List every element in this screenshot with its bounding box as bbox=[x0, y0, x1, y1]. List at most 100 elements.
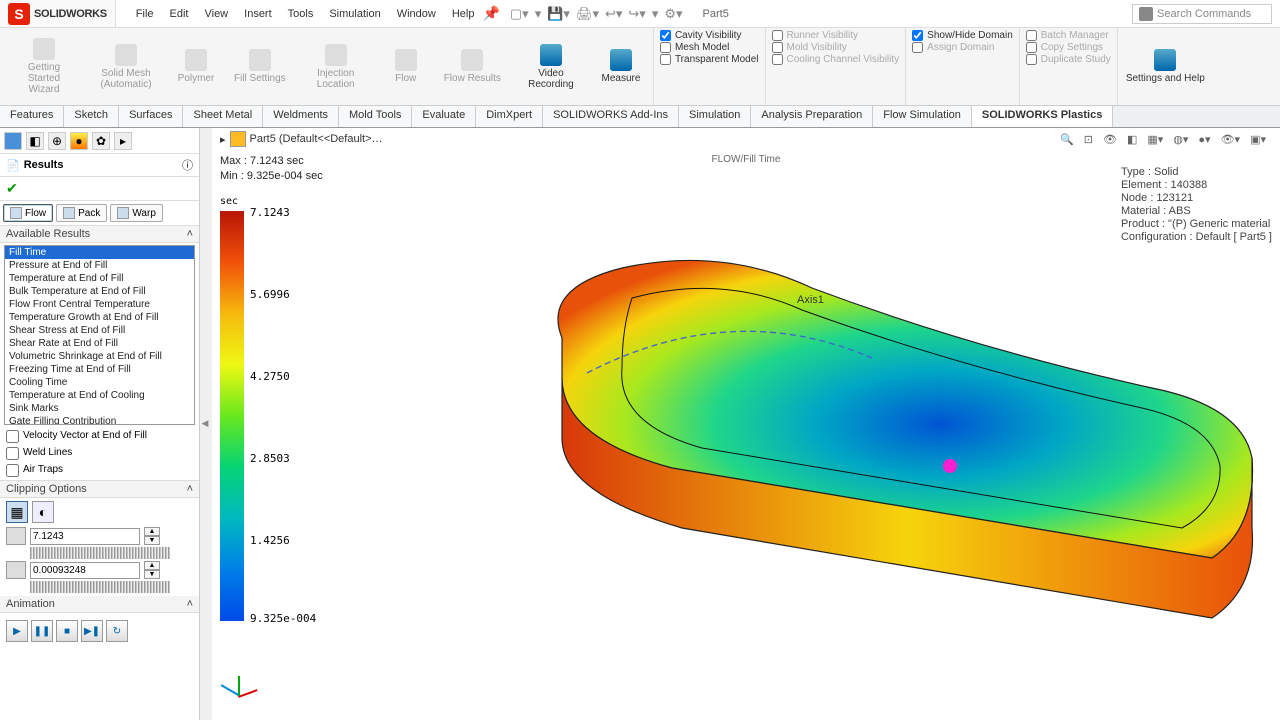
clip-max-input[interactable] bbox=[30, 528, 140, 545]
ribbon-check-cavity-visibility[interactable]: Cavity Visibility bbox=[660, 30, 759, 41]
fm-tab-3[interactable]: ⊕ bbox=[48, 132, 66, 150]
sel-icon[interactable]: ▾ bbox=[652, 6, 659, 22]
ribbon-video-recording[interactable]: Video Recording bbox=[511, 30, 591, 103]
fm-tab-1[interactable] bbox=[4, 132, 22, 150]
menu-file[interactable]: File bbox=[128, 4, 162, 24]
menu-view[interactable]: View bbox=[196, 4, 236, 24]
tab-surfaces[interactable]: Surfaces bbox=[119, 106, 183, 127]
spin-up[interactable]: ▲ bbox=[144, 527, 160, 536]
result-shear-stress-at-end-of-fill[interactable]: Shear Stress at End of Fill bbox=[5, 324, 194, 337]
ribbon-flow-results[interactable]: Flow Results bbox=[436, 30, 509, 103]
result-temperature-at-end-of-fill[interactable]: Temperature at End of Fill bbox=[5, 272, 194, 285]
menu-insert[interactable]: Insert bbox=[236, 4, 280, 24]
menu-tools[interactable]: Tools bbox=[280, 4, 322, 24]
ribbon-check-copy-settings[interactable]: Copy Settings bbox=[1026, 42, 1111, 53]
result-tab-flow[interactable]: Flow bbox=[3, 204, 53, 222]
result-gate-filling-contribution[interactable]: Gate Filling Contribution bbox=[5, 415, 194, 425]
graphics-view[interactable]: ▸ Part5 (Default<<Default>… 🔍 ⊡ 👁 ◧ ▦▾ ◍… bbox=[212, 128, 1280, 720]
ok-icon[interactable]: ✔ bbox=[6, 180, 18, 196]
pause-button[interactable]: ❚❚ bbox=[31, 620, 53, 642]
check-weld-lines[interactable]: Weld Lines bbox=[6, 447, 193, 460]
tab-analysis-preparation[interactable]: Analysis Preparation bbox=[751, 106, 873, 127]
spin-down[interactable]: ▼ bbox=[144, 536, 160, 545]
redo-icon[interactable]: ↪▾ bbox=[628, 6, 645, 22]
tab-dimxpert[interactable]: DimXpert bbox=[476, 106, 543, 127]
result-tab-warp[interactable]: Warp bbox=[110, 204, 163, 222]
section-icon[interactable]: ◧ bbox=[1125, 131, 1139, 148]
model-render[interactable]: Axis1 bbox=[452, 228, 1272, 668]
display-icon[interactable]: ◍▾ bbox=[1171, 131, 1190, 148]
menu-simulation[interactable]: Simulation bbox=[321, 4, 388, 24]
view-triad[interactable] bbox=[220, 670, 264, 714]
result-flow-front-central-temperature[interactable]: Flow Front Central Temperature bbox=[5, 298, 194, 311]
result-freezing-time-at-end-of-fill[interactable]: Freezing Time at End of Fill bbox=[5, 363, 194, 376]
print-icon[interactable]: 🖨▾ bbox=[576, 6, 599, 22]
ribbon-measure[interactable]: Measure bbox=[593, 30, 649, 103]
ribbon-getting-started-wizard[interactable]: Getting Started Wizard bbox=[4, 30, 84, 103]
tab-sheet-metal[interactable]: Sheet Metal bbox=[183, 106, 263, 127]
ribbon-solid-mesh-automatic-[interactable]: Solid Mesh (Automatic) bbox=[86, 30, 166, 103]
tab-evaluate[interactable]: Evaluate bbox=[412, 106, 476, 127]
pin-icon[interactable]: 📌 bbox=[482, 5, 499, 22]
menu-edit[interactable]: Edit bbox=[162, 4, 197, 24]
ribbon-check-show-hide-domain[interactable]: Show/Hide Domain bbox=[912, 30, 1013, 41]
ribbon-flow[interactable]: Flow bbox=[378, 30, 434, 103]
ribbon-check-cooling-channel-visibility[interactable]: Cooling Channel Visibility bbox=[772, 54, 900, 65]
menu-help[interactable]: Help bbox=[444, 4, 483, 24]
zoom-area-icon[interactable]: ⊡ bbox=[1082, 131, 1095, 148]
check-air-traps[interactable]: Air Traps bbox=[6, 464, 193, 477]
tab-solidworks-plastics[interactable]: SOLIDWORKS Plastics bbox=[972, 106, 1113, 127]
ribbon-check-runner-visibility[interactable]: Runner Visibility bbox=[772, 30, 900, 41]
ribbon-fill-settings[interactable]: Fill Settings bbox=[226, 30, 294, 103]
results-list[interactable]: Fill TimePressure at End of FillTemperat… bbox=[4, 245, 195, 425]
options-icon[interactable]: ⚙▾ bbox=[664, 6, 682, 22]
ribbon-check-assign-domain[interactable]: Assign Domain bbox=[912, 42, 1013, 53]
prev-view-icon[interactable]: 👁 bbox=[1101, 131, 1119, 148]
spin-down[interactable]: ▼ bbox=[144, 570, 160, 579]
result-volumetric-shrinkage-at-end-of-fill[interactable]: Volumetric Shrinkage at End of Fill bbox=[5, 350, 194, 363]
menu-window[interactable]: Window bbox=[389, 4, 444, 24]
zoom-fit-icon[interactable]: 🔍 bbox=[1058, 131, 1076, 148]
tab-solidworks-add-ins[interactable]: SOLIDWORKS Add-Ins bbox=[543, 106, 679, 127]
tab-weldments[interactable]: Weldments bbox=[263, 106, 339, 127]
stop-button[interactable]: ■ bbox=[56, 620, 78, 642]
undo-icon[interactable]: ↩▾ bbox=[605, 6, 622, 22]
collapse-icon[interactable]: ˄ bbox=[187, 228, 193, 240]
loop-button[interactable]: ↻ bbox=[106, 620, 128, 642]
ribbon-check-batch-manager[interactable]: Batch Manager bbox=[1026, 30, 1111, 41]
scene-icon[interactable]: ●▾ bbox=[1196, 131, 1212, 148]
tab-sketch[interactable]: Sketch bbox=[64, 106, 119, 127]
fm-tab-4[interactable]: ● bbox=[70, 132, 88, 150]
appear-icon[interactable]: ▣▾ bbox=[1248, 131, 1268, 148]
result-sink-marks[interactable]: Sink Marks bbox=[5, 402, 194, 415]
ribbon-injection-location[interactable]: Injection Location bbox=[296, 30, 376, 103]
ribbon-check-duplicate-study[interactable]: Duplicate Study bbox=[1026, 54, 1111, 65]
help-icon[interactable]: ⓘ bbox=[182, 157, 193, 173]
play-button[interactable]: ▶ bbox=[6, 620, 28, 642]
expand-icon[interactable]: ▸ bbox=[220, 133, 226, 146]
clip-mode-1[interactable]: ▦ bbox=[6, 501, 28, 523]
tab-features[interactable]: Features bbox=[0, 106, 64, 127]
clip-mode-2[interactable]: ◐ bbox=[32, 501, 54, 523]
save-icon[interactable]: 💾▾ bbox=[547, 6, 570, 22]
tab-flow-simulation[interactable]: Flow Simulation bbox=[873, 106, 972, 127]
result-cooling-time[interactable]: Cooling Time bbox=[5, 376, 194, 389]
result-temperature-growth-at-end-of-fill[interactable]: Temperature Growth at End of Fill bbox=[5, 311, 194, 324]
result-pressure-at-end-of-fill[interactable]: Pressure at End of Fill bbox=[5, 259, 194, 272]
clip-min-input[interactable] bbox=[30, 562, 140, 579]
orient-icon[interactable]: ▦▾ bbox=[1145, 131, 1165, 148]
collapse-icon[interactable]: ˄ bbox=[187, 483, 193, 495]
tab-simulation[interactable]: Simulation bbox=[679, 106, 751, 127]
result-fill-time[interactable]: Fill Time bbox=[5, 246, 194, 259]
breadcrumb-text[interactable]: Part5 (Default<<Default>… bbox=[250, 133, 383, 145]
collapse-icon[interactable]: ˄ bbox=[187, 598, 193, 610]
fm-tab-6[interactable]: ▸ bbox=[114, 132, 132, 150]
fm-tab-5[interactable]: ✿ bbox=[92, 132, 110, 150]
fm-tab-2[interactable]: ◧ bbox=[26, 132, 44, 150]
check-velocity-vector-at-end-of-fill[interactable]: Velocity Vector at End of Fill bbox=[6, 430, 193, 443]
tab-mold-tools[interactable]: Mold Tools bbox=[339, 106, 412, 127]
spin-up[interactable]: ▲ bbox=[144, 561, 160, 570]
hide-icon[interactable]: 👁▾ bbox=[1219, 131, 1243, 148]
splitter[interactable]: ◀ bbox=[200, 128, 212, 720]
ribbon-check-mesh-model[interactable]: Mesh Model bbox=[660, 42, 759, 53]
